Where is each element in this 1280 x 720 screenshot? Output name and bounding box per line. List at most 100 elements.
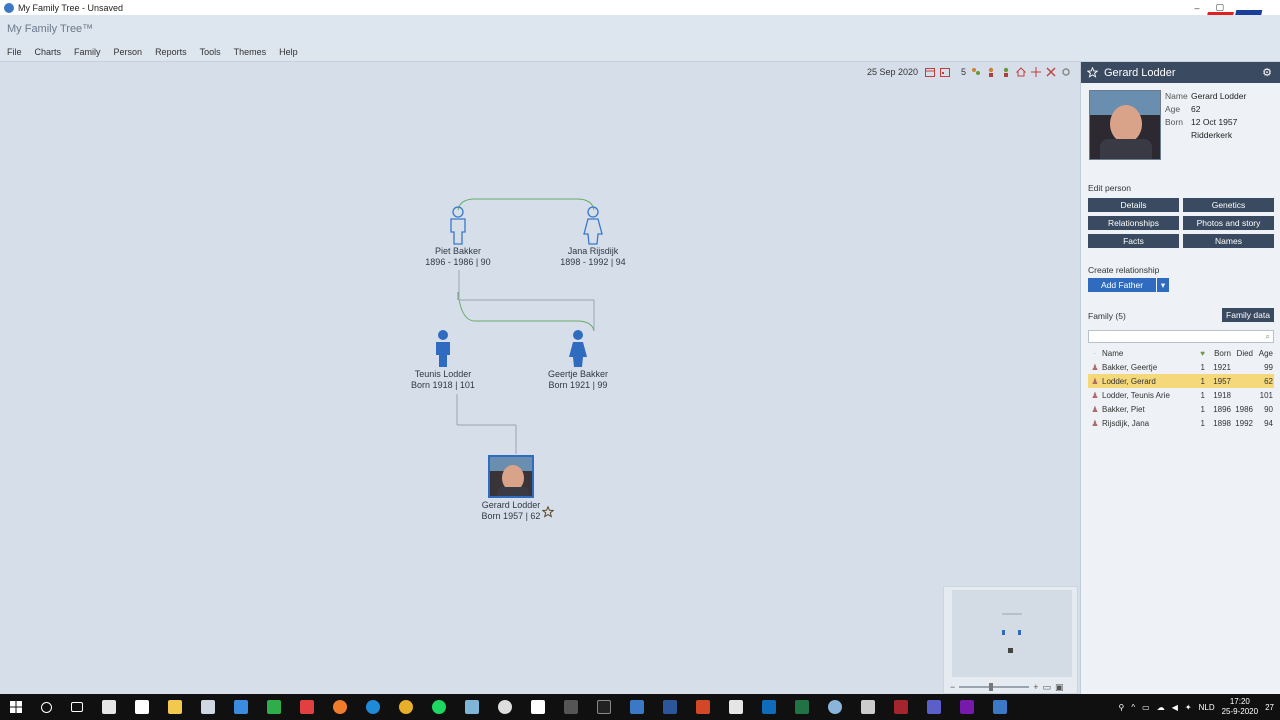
family-search-input[interactable]: ⌕ bbox=[1088, 330, 1274, 343]
menu-family[interactable]: Family bbox=[74, 47, 101, 57]
search-icon: ⌕ bbox=[1265, 332, 1270, 341]
cloud-icon[interactable]: ☁ bbox=[1157, 703, 1165, 712]
profile-photo[interactable] bbox=[1089, 90, 1161, 160]
text-app-icon[interactable] bbox=[564, 700, 578, 714]
table-row[interactable]: ♟ Rijsdijk, Jana 1 1898 1992 94 bbox=[1088, 416, 1274, 430]
zoom-out-icon[interactable]: − bbox=[950, 682, 955, 692]
genetics-button[interactable]: Genetics bbox=[1183, 198, 1274, 212]
gear-icon[interactable]: ⚙ bbox=[1262, 66, 1272, 79]
table-row[interactable]: ♟ Bakker, Geertje 1 1921 99 bbox=[1088, 360, 1274, 374]
person-card[interactable]: Piet Bakker 1896 - 1986 | 90 bbox=[398, 206, 518, 268]
access-icon[interactable] bbox=[894, 700, 908, 714]
person-icon: ♟ bbox=[1091, 418, 1099, 428]
folder-icon[interactable] bbox=[168, 700, 182, 714]
star-icon[interactable] bbox=[542, 506, 554, 518]
minimap[interactable]: − + ▭ ▣ bbox=[943, 586, 1078, 694]
calculator-icon[interactable] bbox=[861, 700, 875, 714]
edge-icon[interactable] bbox=[366, 700, 380, 714]
person-dates: Born 1921 | 99 bbox=[548, 380, 608, 390]
volume-icon[interactable]: ◀ bbox=[1172, 703, 1178, 712]
person-name: Jana Rijsdijk bbox=[567, 246, 619, 256]
chevron-down-icon[interactable]: ▾ bbox=[1157, 278, 1169, 292]
minimap-view bbox=[952, 590, 1072, 677]
facts-button[interactable]: Facts bbox=[1088, 234, 1179, 248]
menu-help[interactable]: Help bbox=[279, 47, 298, 57]
menu-themes[interactable]: Themes bbox=[234, 47, 267, 57]
powerpoint-icon[interactable] bbox=[696, 700, 710, 714]
search-icon[interactable] bbox=[41, 701, 52, 713]
zoom-bar: − + ▭ ▣ bbox=[950, 682, 1075, 693]
menu-reports[interactable]: Reports bbox=[155, 47, 187, 57]
menu-file[interactable]: File bbox=[7, 47, 22, 57]
app-icon[interactable] bbox=[531, 700, 545, 714]
outlook-icon[interactable] bbox=[762, 700, 776, 714]
fit-icon[interactable]: ▭ bbox=[1043, 682, 1052, 693]
task-view-icon[interactable] bbox=[71, 702, 83, 712]
table-row-selected[interactable]: ♟ Lodder, Gerard 1 1957 62 bbox=[1088, 374, 1274, 388]
store-icon[interactable] bbox=[102, 700, 116, 714]
notepad-icon[interactable] bbox=[135, 700, 149, 714]
firefox-icon[interactable] bbox=[333, 700, 347, 714]
minimize-icon[interactable]: – bbox=[1194, 3, 1199, 13]
info-born-place: Ridderkerk bbox=[1191, 130, 1233, 140]
spotify-icon[interactable] bbox=[432, 700, 446, 714]
table-row[interactable]: ♟ Bakker, Piet 1 1896 1986 90 bbox=[1088, 402, 1274, 416]
info-key: Age bbox=[1165, 104, 1181, 114]
menu-tools[interactable]: Tools bbox=[200, 47, 221, 57]
table-row[interactable]: ♟ Lodder, Teunis Arie 1 1918 101 bbox=[1088, 388, 1274, 402]
title-bar: My Family Tree - Unsaved – ▢ bbox=[0, 0, 1280, 15]
excel-icon[interactable] bbox=[795, 700, 809, 714]
info-key: Name bbox=[1165, 91, 1188, 101]
person-card[interactable]: Teunis Lodder Born 1918 | 101 bbox=[383, 329, 503, 391]
language-indicator[interactable]: NLD bbox=[1199, 703, 1215, 712]
mail-icon[interactable] bbox=[729, 700, 743, 714]
person-card[interactable]: Geertje Bakker Born 1921 | 99 bbox=[518, 329, 638, 391]
windows-start-icon[interactable] bbox=[10, 701, 22, 713]
names-button[interactable]: Names bbox=[1183, 234, 1274, 248]
terminal-icon[interactable] bbox=[597, 700, 611, 714]
onenote-icon[interactable] bbox=[960, 700, 974, 714]
person-name: Piet Bakker bbox=[434, 246, 482, 256]
chrome-icon[interactable] bbox=[399, 700, 413, 714]
menu-charts[interactable]: Charts bbox=[35, 47, 62, 57]
window-app-icon[interactable] bbox=[201, 700, 215, 714]
taskbar: ⚲ ^ ▭ ☁ ◀ ✦ NLD 17:20 25-9-2020 27 bbox=[0, 694, 1280, 720]
word-icon[interactable] bbox=[663, 700, 677, 714]
paint-icon[interactable] bbox=[465, 700, 479, 714]
person-card[interactable]: Jana Rijsdijk 1898 - 1992 | 94 bbox=[533, 206, 653, 268]
photos-and-story-button[interactable]: Photos and story bbox=[1183, 216, 1274, 230]
male-outline-icon bbox=[450, 206, 466, 245]
teams-icon[interactable] bbox=[927, 700, 941, 714]
relationships-button[interactable]: Relationships bbox=[1088, 216, 1179, 230]
details-button[interactable]: Details bbox=[1088, 198, 1179, 212]
app-icon[interactable] bbox=[498, 700, 512, 714]
app-icon[interactable] bbox=[234, 700, 248, 714]
col-age[interactable]: Age bbox=[1253, 349, 1273, 358]
col-died[interactable]: Died bbox=[1231, 349, 1253, 358]
clock[interactable]: 17:20 25-9-2020 bbox=[1222, 697, 1258, 717]
col-name[interactable]: Name bbox=[1102, 349, 1192, 358]
chevron-up-icon[interactable]: ^ bbox=[1131, 703, 1135, 712]
zoom-slider[interactable] bbox=[959, 683, 1030, 691]
generation-icon[interactable]: ♥ bbox=[1192, 349, 1205, 358]
network-icon[interactable]: ▭ bbox=[1142, 703, 1150, 712]
zoom-in-icon[interactable]: + bbox=[1033, 682, 1038, 692]
recorder-icon[interactable] bbox=[300, 700, 314, 714]
info-age: 62 bbox=[1191, 104, 1201, 114]
family-data-button[interactable]: Family data bbox=[1222, 308, 1274, 322]
create-relationship-label: Create relationship bbox=[1088, 265, 1160, 275]
male-icon bbox=[436, 330, 450, 367]
tree-canvas[interactable]: 25 Sep 2020 5 Piet Bakker 1896 - 1986 | … bbox=[0, 62, 1079, 694]
add-father-button[interactable]: Add Father bbox=[1088, 278, 1156, 292]
app-icon[interactable] bbox=[630, 700, 644, 714]
dropbox-icon[interactable]: ✦ bbox=[1185, 703, 1192, 712]
star-icon[interactable] bbox=[1087, 67, 1098, 78]
app-icon[interactable] bbox=[828, 700, 842, 714]
camtasia-icon[interactable] bbox=[267, 700, 281, 714]
col-born[interactable]: Born bbox=[1205, 349, 1231, 358]
fullscreen-icon[interactable]: ▣ bbox=[1055, 682, 1064, 693]
family-tree-app-icon[interactable] bbox=[993, 700, 1007, 714]
person-icon[interactable]: ⚲ bbox=[1119, 703, 1125, 712]
notification-badge[interactable]: 27 bbox=[1265, 703, 1274, 712]
menu-person[interactable]: Person bbox=[114, 47, 143, 57]
